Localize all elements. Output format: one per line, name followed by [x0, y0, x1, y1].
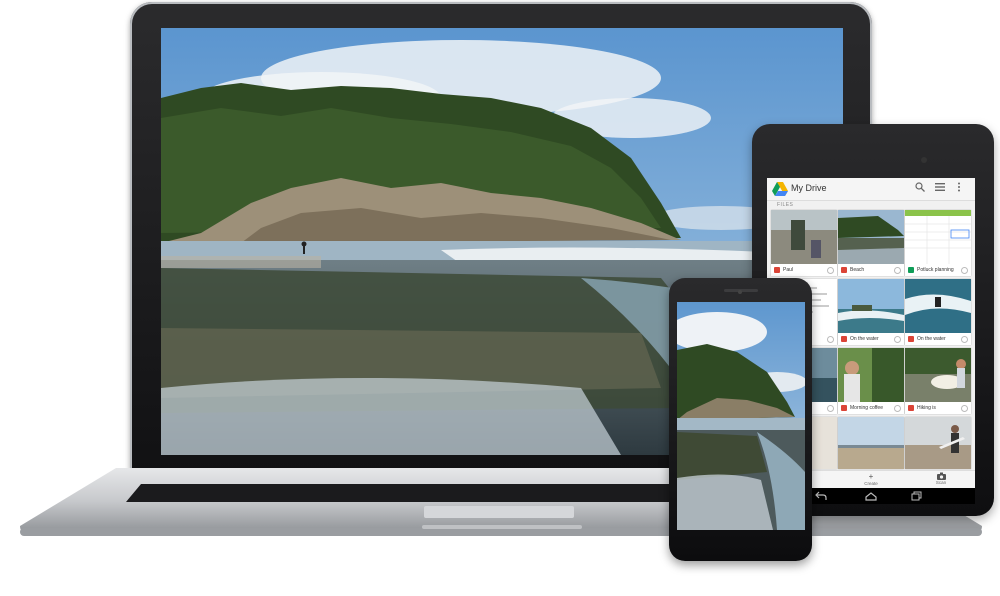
file-tile[interactable] [905, 417, 971, 469]
file-name: Beach [850, 267, 865, 273]
file-info-icon[interactable] [827, 405, 834, 412]
file-tile[interactable]: Paul [771, 210, 837, 276]
home-icon[interactable] [865, 491, 877, 501]
spreadsheet-file-icon [908, 267, 914, 273]
overflow-menu-icon[interactable] [957, 182, 969, 194]
image-file-icon [841, 336, 847, 342]
file-tile[interactable]: On the water [905, 279, 971, 345]
file-name: Potluck planning [917, 267, 954, 273]
drive-app-bar: My Drive [767, 178, 975, 201]
file-tile[interactable]: Potluck planning [905, 210, 971, 276]
create-label: Create [864, 481, 878, 486]
file-name: On the water [917, 336, 946, 342]
plus-icon: + [868, 472, 874, 481]
file-info-icon[interactable] [961, 267, 968, 274]
files-section-label: FILES [777, 202, 794, 208]
image-file-icon [841, 267, 847, 273]
drive-logo-icon[interactable] [772, 182, 788, 196]
file-thumbnail [771, 210, 837, 264]
file-info-icon[interactable] [894, 267, 901, 274]
image-file-icon [908, 336, 914, 342]
tablet-camera [921, 157, 927, 163]
image-file-icon [774, 267, 780, 273]
file-thumbnail [838, 417, 904, 469]
file-tile[interactable]: Beach [838, 210, 904, 276]
back-icon[interactable] [815, 491, 827, 501]
image-file-icon [841, 405, 847, 411]
file-info-icon[interactable] [961, 405, 968, 412]
file-info-icon[interactable] [961, 336, 968, 343]
file-thumbnail [905, 417, 971, 469]
file-thumbnail [838, 279, 904, 333]
file-name: Paul [783, 267, 794, 273]
file-tile[interactable]: Hiking is [905, 348, 971, 414]
file-info-icon[interactable] [894, 405, 901, 412]
file-thumbnail [838, 348, 904, 402]
create-button[interactable]: + Create [841, 472, 901, 487]
file-thumbnail [905, 210, 971, 264]
file-name: Morning coffee [850, 405, 883, 411]
list-view-icon[interactable] [935, 182, 947, 194]
file-info-icon[interactable] [827, 267, 834, 274]
file-tile[interactable]: On the water [838, 279, 904, 345]
scan-label: Scan [935, 480, 947, 485]
file-tile[interactable] [838, 417, 904, 469]
camera-icon [911, 472, 971, 480]
search-icon[interactable] [915, 182, 927, 194]
phone-screen-wallpaper [677, 302, 805, 530]
file-info-icon[interactable] [827, 336, 834, 343]
scan-button[interactable]: Scan [911, 472, 971, 486]
file-name: On the water [850, 336, 879, 342]
file-info-icon[interactable] [894, 336, 901, 343]
file-tile[interactable]: Morning coffee [838, 348, 904, 414]
file-thumbnail [905, 348, 971, 402]
file-thumbnail [838, 210, 904, 264]
file-name: Hiking is [917, 405, 936, 411]
file-thumbnail [905, 279, 971, 333]
image-file-icon [908, 405, 914, 411]
recents-icon[interactable] [911, 491, 923, 501]
app-title: My Drive [791, 183, 827, 193]
phone-camera [738, 290, 742, 294]
